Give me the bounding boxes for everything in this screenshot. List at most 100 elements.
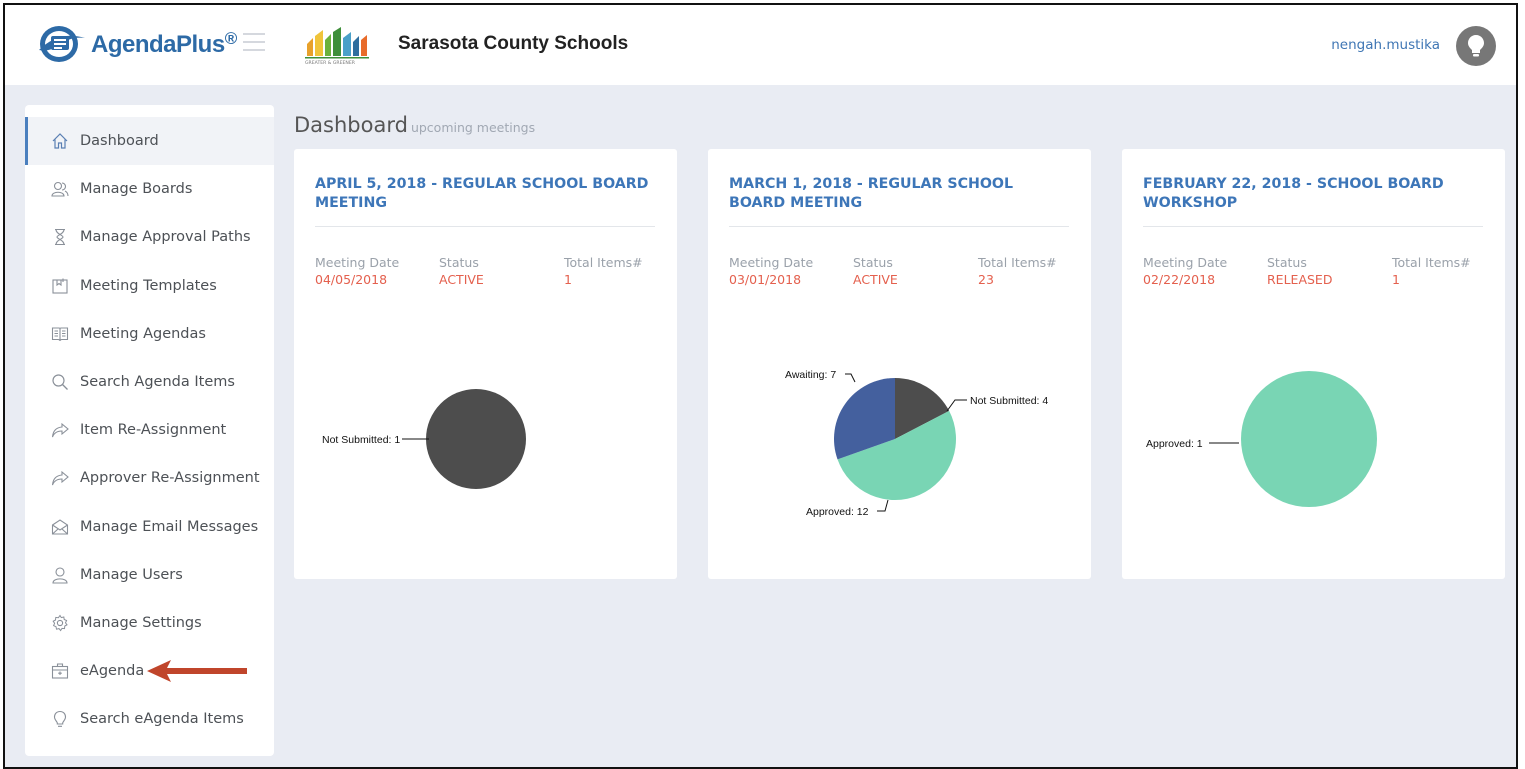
- sidebar-item-search-agenda-items[interactable]: Search Agenda Items: [25, 358, 274, 406]
- sidebar-item-eagenda[interactable]: eAgenda: [25, 647, 274, 695]
- sidebar-item-label: Manage Approval Paths: [80, 229, 251, 246]
- users-icon: [50, 179, 70, 199]
- meeting-total-label: Total Items#: [1392, 255, 1471, 270]
- sidebar-item-search-eagenda-items[interactable]: Search eAgenda Items: [25, 695, 274, 743]
- pie-slice-label: Approved: 1: [1146, 438, 1203, 450]
- app-window: AgendaPlus® GREATER & GREENER Sarasota C…: [3, 3, 1518, 769]
- pie-label-leader: [946, 399, 967, 412]
- briefcase-icon: [50, 661, 70, 681]
- meeting-date-label: Meeting Date: [315, 255, 400, 270]
- app-name: AgendaPlus®: [91, 29, 237, 58]
- sidebar-item-manage-settings[interactable]: Manage Settings: [25, 599, 274, 647]
- share-arrow-icon: [50, 420, 70, 440]
- book-icon: [50, 324, 70, 344]
- sidebar-item-manage-users[interactable]: Manage Users: [25, 551, 274, 599]
- meeting-total-label: Total Items#: [564, 255, 643, 270]
- home-icon: [50, 131, 70, 151]
- meeting-date-block: Meeting Date 04/05/2018: [315, 255, 399, 287]
- sidebar-item-meeting-agendas[interactable]: Meeting Agendas: [25, 310, 274, 358]
- sidebar-item-label: Meeting Agendas: [80, 325, 206, 342]
- meeting-total-label: Total Items#: [978, 255, 1057, 270]
- sidebar-item-label: Dashboard: [80, 133, 159, 150]
- sidebar-item-manage-email-messages[interactable]: Manage Email Messages: [25, 503, 274, 551]
- meeting-status-block: Status RELEASED: [1267, 255, 1332, 287]
- sidebar-item-manage-boards[interactable]: Manage Boards: [25, 165, 274, 213]
- share-arrow-icon: [50, 468, 70, 488]
- sidebar-item-label: eAgenda: [80, 663, 145, 680]
- sidebar-item-label: Manage Settings: [80, 614, 202, 631]
- meeting-status-value: ACTIVE: [439, 272, 484, 287]
- meeting-status-value: RELEASED: [1267, 272, 1333, 287]
- lightbulb-icon: [50, 709, 70, 729]
- sidebar-item-label: Search Agenda Items: [80, 374, 235, 391]
- meeting-card: APRIL 5, 2018 - REGULAR SCHOOL BOARD MEE…: [294, 149, 677, 579]
- sidebar-item-label: Approver Re-Assignment: [80, 470, 260, 487]
- logo-globe-icon: [39, 26, 85, 62]
- meeting-title-link[interactable]: MARCH 1, 2018 - REGULAR SCHOOL BOARD MEE…: [729, 175, 1069, 227]
- search-icon: [50, 372, 70, 392]
- meeting-date-label: Meeting Date: [729, 255, 814, 270]
- svg-text:GREATER & GREENER: GREATER & GREENER: [305, 60, 356, 66]
- sidebar-item-label: Item Re-Assignment: [80, 422, 227, 439]
- hourglass-icon: [50, 227, 70, 247]
- sidebar-item-label: Manage Boards: [80, 181, 193, 198]
- organization-name: Sarasota County Schools: [398, 33, 629, 54]
- status-pie-chart: Awaiting: 7 Not Submitted: 4 Approved: 1…: [785, 369, 1048, 518]
- pie-slice-approved: [1241, 371, 1377, 507]
- menu-toggle-button[interactable]: [243, 33, 265, 51]
- avatar-lightbulb-icon: [1468, 35, 1484, 57]
- gear-icon: [50, 613, 70, 633]
- sidebar-item-label: Meeting Templates: [80, 277, 217, 294]
- pie-label-leader: [845, 373, 856, 383]
- page-title: Dashboard upcoming meetings: [294, 113, 535, 137]
- meeting-date-block: Meeting Date 02/22/2018: [1143, 255, 1227, 287]
- sidebar-item-label: Manage Email Messages: [80, 518, 259, 535]
- meeting-total-block: Total Items# 23: [978, 255, 1057, 287]
- pie-label-leader: [877, 499, 889, 512]
- meeting-status-block: Status ACTIVE: [439, 255, 484, 287]
- annotation-arrow-icon: [147, 660, 247, 683]
- meeting-status-label: Status: [1267, 255, 1307, 270]
- pie-slice-not-submitted: [426, 389, 526, 489]
- meeting-status-value: ACTIVE: [853, 272, 898, 287]
- sidebar-item-dashboard[interactable]: Dashboard: [25, 117, 274, 166]
- meeting-title-link[interactable]: APRIL 5, 2018 - REGULAR SCHOOL BOARD MEE…: [315, 175, 655, 227]
- user-menu-name[interactable]: nengah.mustika: [1331, 37, 1440, 53]
- pie-slice-label: Awaiting: 7: [785, 369, 836, 381]
- page-title-text: Dashboard: [294, 113, 408, 137]
- meeting-card: MARCH 1, 2018 - REGULAR SCHOOL BOARD MEE…: [708, 149, 1091, 579]
- sidebar-item-meeting-templates[interactable]: Meeting Templates: [25, 262, 274, 310]
- sidebar-item-item-reassignment[interactable]: Item Re-Assignment: [25, 406, 274, 454]
- sidebar-item-approval-paths[interactable]: Manage Approval Paths: [25, 213, 274, 261]
- agendaplus-logo[interactable]: AgendaPlus®: [35, 24, 237, 64]
- meeting-title-link[interactable]: FEBRUARY 22, 2018 - SCHOOL BOARD WORKSHO…: [1143, 175, 1483, 227]
- meeting-total-value: 1: [564, 272, 572, 287]
- meeting-date-value: 03/01/2018: [729, 272, 802, 287]
- status-pie-chart: Approved: 1: [1146, 371, 1377, 507]
- page-subtitle: upcoming meetings: [410, 120, 536, 135]
- meeting-status-block: Status ACTIVE: [853, 255, 898, 287]
- meeting-status-label: Status: [853, 255, 893, 270]
- envelope-icon: [50, 517, 70, 537]
- pie-slice-label: Not Submitted: 4: [970, 395, 1048, 407]
- sidebar-item-label: Manage Users: [80, 566, 183, 583]
- template-icon: [50, 276, 70, 296]
- meeting-total-block: Total Items# 1: [564, 255, 643, 287]
- meeting-total-block: Total Items# 1: [1392, 255, 1471, 287]
- meeting-total-value: 1: [1392, 272, 1400, 287]
- status-pie-chart: Not Submitted: 1: [322, 389, 526, 489]
- sidebar-item-approver-reassignment[interactable]: Approver Re-Assignment: [25, 454, 274, 502]
- pie-slice-label: Not Submitted: 1: [322, 434, 400, 446]
- meeting-date-block: Meeting Date 03/01/2018: [729, 255, 813, 287]
- meeting-date-label: Meeting Date: [1143, 255, 1228, 270]
- meeting-total-value: 23: [978, 272, 994, 287]
- meeting-status-label: Status: [439, 255, 479, 270]
- user-avatar[interactable]: [1456, 26, 1496, 66]
- sidebar-nav: Dashboard Manage Boards Manage Approval …: [25, 105, 274, 756]
- pie-slice-label: Approved: 12: [806, 506, 869, 518]
- sidebar-item-label: Search eAgenda Items: [80, 711, 244, 728]
- sarasota-schools-logo: GREATER & GREENER: [301, 26, 379, 68]
- user-icon: [50, 565, 70, 585]
- meeting-date-value: 02/22/2018: [1143, 272, 1216, 287]
- top-bar: AgendaPlus® GREATER & GREENER Sarasota C…: [5, 5, 1516, 85]
